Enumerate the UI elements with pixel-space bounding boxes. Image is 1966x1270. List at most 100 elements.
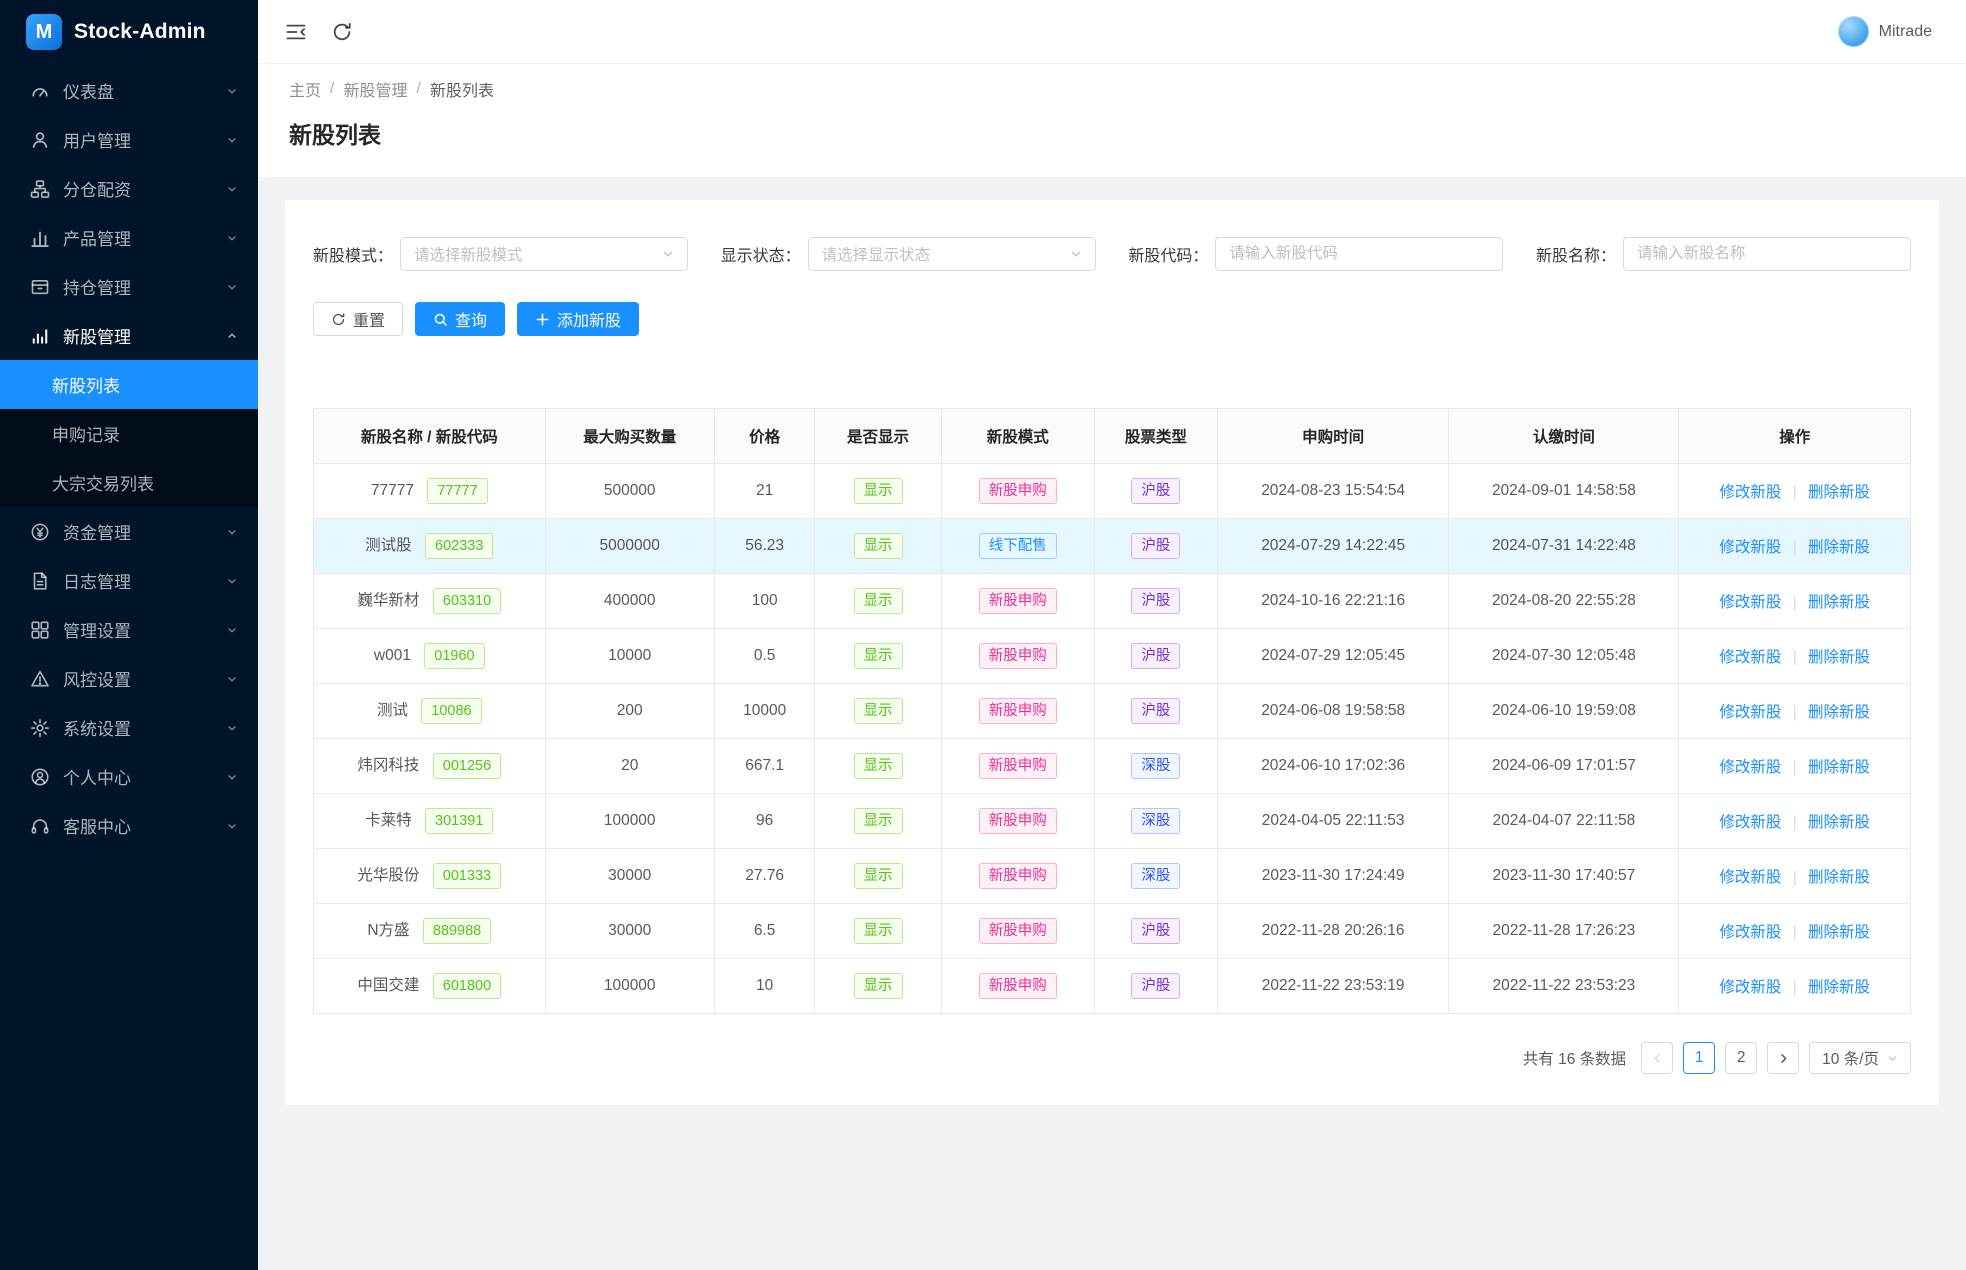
edit-stock-link[interactable]: 修改新股	[1719, 869, 1781, 886]
filter-bar: 新股模式： 请选择新股模式 显示状态： 请选择显示状态 新股代码： 请输入新股代…	[313, 237, 1911, 271]
sidebar-item-dashboard[interactable]: 仪表盘	[0, 66, 258, 115]
edit-stock-link[interactable]: 修改新股	[1719, 759, 1781, 776]
sidebar-item-manage-settings[interactable]: 管理设置	[0, 605, 258, 654]
edit-stock-link[interactable]: 修改新股	[1719, 979, 1781, 996]
edit-stock-link[interactable]: 修改新股	[1719, 814, 1781, 831]
sidebar-item-label: 个人中心	[63, 769, 131, 788]
status-select[interactable]: 请选择显示状态	[807, 237, 1096, 271]
visible-tag: 显示	[853, 808, 903, 834]
delete-stock-link[interactable]: 删除新股	[1808, 924, 1870, 941]
edit-stock-link[interactable]: 修改新股	[1719, 484, 1781, 501]
pagination: 共有 16 条数据 1 2 10 条/页	[313, 1042, 1911, 1074]
app-root: M Stock-Admin 仪表盘 用户管理 分仓配资 产品管理 持仓管理 新股…	[0, 0, 1966, 1270]
search-icon	[434, 313, 447, 326]
manage-icon	[30, 620, 50, 640]
sidebar-item-profile[interactable]: 个人中心	[0, 752, 258, 801]
position-icon	[30, 277, 50, 297]
sidebar-item-allocation[interactable]: 分仓配资	[0, 164, 258, 213]
user-icon	[30, 130, 50, 150]
sidebar-item-positions[interactable]: 持仓管理	[0, 262, 258, 311]
table-row: 卡莱特 301391 100000 96 显示 新股申购 深股 2024-04-…	[313, 793, 1911, 849]
sidebar-item-label: 产品管理	[63, 230, 131, 249]
stock-name: 77777	[370, 482, 415, 499]
delete-stock-link[interactable]: 删除新股	[1808, 979, 1870, 996]
stock-code-tag: 602333	[425, 533, 494, 559]
add-stock-button[interactable]: 添加新股	[517, 302, 640, 336]
stock-type-tag: 沪股	[1131, 918, 1181, 944]
delete-stock-link[interactable]: 删除新股	[1808, 814, 1870, 831]
content-card: 新股模式： 请选择新股模式 显示状态： 请选择显示状态 新股代码： 请输入新股代…	[285, 200, 1939, 1105]
delete-stock-link[interactable]: 删除新股	[1808, 484, 1870, 501]
apply-time-cell: 2023-11-30 17:24:49	[1216, 848, 1450, 904]
chevron-down-icon	[228, 529, 236, 534]
table-column-header: 是否显示	[814, 408, 942, 464]
sidebar-item-funds[interactable]: 资金管理	[0, 507, 258, 556]
delete-stock-link[interactable]: 删除新股	[1808, 594, 1870, 611]
sidebar-item-label: 新股管理	[63, 328, 131, 347]
sidebar-item-new-stock-list[interactable]: 新股列表	[0, 360, 258, 409]
page-2-button[interactable]: 2	[1725, 1042, 1758, 1074]
op-divider: |	[1792, 979, 1797, 996]
breadcrumb-home[interactable]: 主页	[289, 77, 321, 101]
max-buy-cell: 200	[544, 683, 715, 739]
sidebar-item-system-settings[interactable]: 系统设置	[0, 703, 258, 752]
chevron-down-icon	[228, 137, 236, 142]
edit-stock-link[interactable]: 修改新股	[1719, 704, 1781, 721]
sidebar-menu: 仪表盘 用户管理 分仓配资 产品管理 持仓管理 新股管理 新股列表 申购记录 大…	[0, 64, 258, 1270]
main-area: Mitrade 主页 / 新股管理 / 新股列表 新股列表 新股模式： 请选择新…	[258, 0, 1966, 1270]
table-row: 光华股份 001333 30000 27.76 显示 新股申购 深股 2023-…	[313, 848, 1911, 904]
pay-time-cell: 2024-04-07 22:11:58	[1448, 793, 1680, 849]
price-cell: 6.5	[713, 903, 816, 959]
sidebar-item-support[interactable]: 客服中心	[0, 801, 258, 850]
price-cell: 27.76	[713, 848, 816, 904]
op-divider: |	[1792, 539, 1797, 556]
edit-stock-link[interactable]: 修改新股	[1719, 539, 1781, 556]
page-1-button[interactable]: 1	[1683, 1042, 1716, 1074]
max-buy-cell: 500000	[544, 463, 715, 519]
next-page-button[interactable]	[1767, 1042, 1800, 1074]
code-input[interactable]	[1215, 237, 1504, 271]
mode-select[interactable]: 请选择新股模式	[400, 237, 689, 271]
reset-button[interactable]: 重置	[313, 302, 404, 336]
chevron-down-icon	[228, 284, 236, 289]
edit-stock-link[interactable]: 修改新股	[1719, 594, 1781, 611]
search-button[interactable]: 查询	[415, 302, 506, 336]
sidebar-item-risk-settings[interactable]: 风控设置	[0, 654, 258, 703]
page-size-select[interactable]: 10 条/页	[1809, 1042, 1911, 1074]
sidebar-item-users[interactable]: 用户管理	[0, 115, 258, 164]
delete-stock-link[interactable]: 删除新股	[1808, 539, 1870, 556]
breadcrumb-current: 新股列表	[429, 83, 494, 100]
name-input[interactable]	[1622, 237, 1911, 271]
delete-stock-link[interactable]: 删除新股	[1808, 759, 1870, 776]
user-menu[interactable]: Mitrade	[1837, 16, 1932, 47]
apply-time-cell: 2024-07-29 12:05:45	[1216, 628, 1450, 684]
max-buy-cell: 30000	[544, 903, 715, 959]
sidebar-item-label: 大宗交易列表	[52, 475, 154, 494]
sidebar-item-products[interactable]: 产品管理	[0, 213, 258, 262]
edit-stock-link[interactable]: 修改新股	[1719, 649, 1781, 666]
page-header: 主页 / 新股管理 / 新股列表 新股列表	[258, 64, 1966, 177]
refresh-icon[interactable]	[331, 21, 353, 43]
price-cell: 100	[713, 573, 816, 629]
menu-fold-icon[interactable]	[285, 21, 307, 43]
sidebar-item-logs[interactable]: 日志管理	[0, 556, 258, 605]
stock-mode-tag: 新股申购	[978, 588, 1057, 614]
delete-stock-link[interactable]: 删除新股	[1808, 704, 1870, 721]
sidebar-item-label: 分仓配资	[63, 181, 131, 200]
visible-tag: 显示	[853, 533, 903, 559]
sidebar-item-block-trade-list[interactable]: 大宗交易列表	[0, 458, 258, 507]
sidebar-item-subscription-records[interactable]: 申购记录	[0, 409, 258, 458]
breadcrumb-new-stock-manage[interactable]: 新股管理	[343, 77, 407, 101]
stock-type-tag: 沪股	[1131, 533, 1181, 559]
prev-page-button[interactable]	[1641, 1042, 1674, 1074]
edit-stock-link[interactable]: 修改新股	[1719, 924, 1781, 941]
product-icon	[30, 228, 50, 248]
price-cell: 0.5	[713, 628, 816, 684]
delete-stock-link[interactable]: 删除新股	[1808, 649, 1870, 666]
stock-mode-tag: 新股申购	[978, 973, 1057, 999]
sidebar-item-new-stock[interactable]: 新股管理	[0, 311, 258, 360]
delete-stock-link[interactable]: 删除新股	[1808, 869, 1870, 886]
breadcrumb: 主页 / 新股管理 / 新股列表	[289, 77, 1935, 101]
chevron-left-icon	[1654, 1053, 1660, 1063]
dashboard-icon	[30, 81, 50, 101]
